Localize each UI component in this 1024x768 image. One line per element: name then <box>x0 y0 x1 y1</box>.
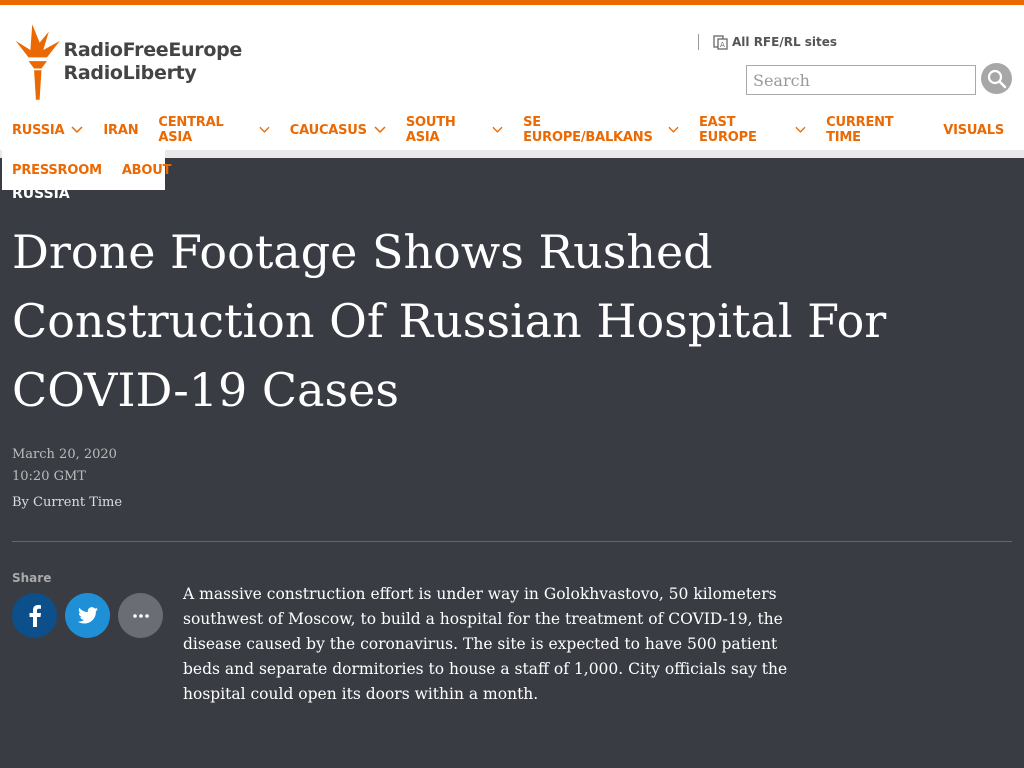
nav-item-se-europe-balkans[interactable]: SE EUROPE/BALKANS <box>523 115 679 145</box>
nav-item-label: EAST EUROPE <box>698 115 757 145</box>
article-body: A massive construction effort is under w… <box>183 585 788 703</box>
nav-item-pressroom[interactable]: PRESSROOM <box>12 163 102 178</box>
nav-item-label: SE EUROPE/BALKANS <box>523 115 653 145</box>
torch-logo-icon <box>15 24 60 100</box>
svg-text:A: A <box>720 41 725 49</box>
main-navigation: RUSSIA IRAN CENTRAL ASIA CAUCASUS SOUTH … <box>12 115 1024 145</box>
site-header: RadioFreeEurope RadioLiberty A All RFE/R… <box>0 5 1024 150</box>
nav-item-label: CENTRAL ASIA <box>158 115 224 145</box>
nav-item-east-europe[interactable]: EAST EUROPE <box>699 115 806 145</box>
chevron-down-icon <box>492 126 503 133</box>
chevron-down-icon <box>71 126 83 134</box>
share-label: Share <box>12 571 52 585</box>
search-button[interactable] <box>981 63 1012 94</box>
share-twitter-button[interactable] <box>65 593 110 638</box>
article-byline: By Current Time <box>12 495 123 510</box>
share-facebook-button[interactable] <box>12 593 57 638</box>
article-time: 10:20 GMT <box>12 469 86 484</box>
more-dots-icon <box>132 613 149 618</box>
article-divider <box>12 541 1012 542</box>
chevron-down-icon <box>259 126 270 133</box>
util-separator <box>698 34 699 50</box>
nav-item-label: CURRENT TIME <box>826 115 894 145</box>
navigation-overflow-row: PRESSROOM ABOUT <box>2 150 171 190</box>
nav-item-current-time[interactable]: CURRENT TIME <box>826 115 923 145</box>
logo-wordmark: RadioFreeEurope RadioLiberty <box>63 39 243 85</box>
nav-item-label: CAUCASUS <box>289 122 367 138</box>
article-timestamp: March 20, 2020 10:20 GMT <box>12 444 117 488</box>
nav-item-label: RUSSIA <box>12 122 65 138</box>
logo-line-1: RadioFreeEurope <box>63 39 243 61</box>
nav-item-iran[interactable]: IRAN <box>103 123 138 138</box>
article-title: Drone Footage Shows Rushed Construction … <box>12 225 887 417</box>
chevron-down-icon <box>374 126 386 134</box>
site-logo[interactable]: RadioFreeEurope RadioLiberty <box>12 17 242 107</box>
all-sites-link[interactable]: A All RFE/RL sites <box>698 33 837 51</box>
nav-item-about[interactable]: ABOUT <box>121 162 172 178</box>
article-date: March 20, 2020 <box>12 447 117 462</box>
nav-item-caucasus[interactable]: CAUCASUS <box>290 123 386 138</box>
facebook-icon <box>29 604 41 627</box>
twitter-icon <box>77 607 98 624</box>
nav-item-label: VISUALS <box>943 122 1004 138</box>
nav-item-label: SOUTH ASIA <box>405 115 456 145</box>
nav-item-visuals[interactable]: VISUALS <box>943 123 1004 138</box>
article-section-link[interactable]: RUSSIA <box>12 186 70 202</box>
nav-item-central-asia[interactable]: CENTRAL ASIA <box>158 115 270 145</box>
nav-item-label: IRAN <box>103 122 139 138</box>
search-input[interactable] <box>746 65 976 95</box>
share-more-button[interactable] <box>118 593 163 638</box>
languages-icon: A <box>713 34 728 50</box>
chevron-down-icon <box>668 126 679 133</box>
search-icon <box>987 69 1006 88</box>
all-sites-label: All RFE/RL sites <box>732 35 838 49</box>
nav-item-label: PRESSROOM <box>12 162 102 178</box>
nav-item-russia[interactable]: RUSSIA <box>12 123 83 138</box>
nav-item-south-asia[interactable]: SOUTH ASIA <box>406 115 503 145</box>
nav-item-label: ABOUT <box>121 162 172 178</box>
logo-line-2: RadioLiberty <box>63 62 197 84</box>
chevron-down-icon <box>795 126 806 133</box>
